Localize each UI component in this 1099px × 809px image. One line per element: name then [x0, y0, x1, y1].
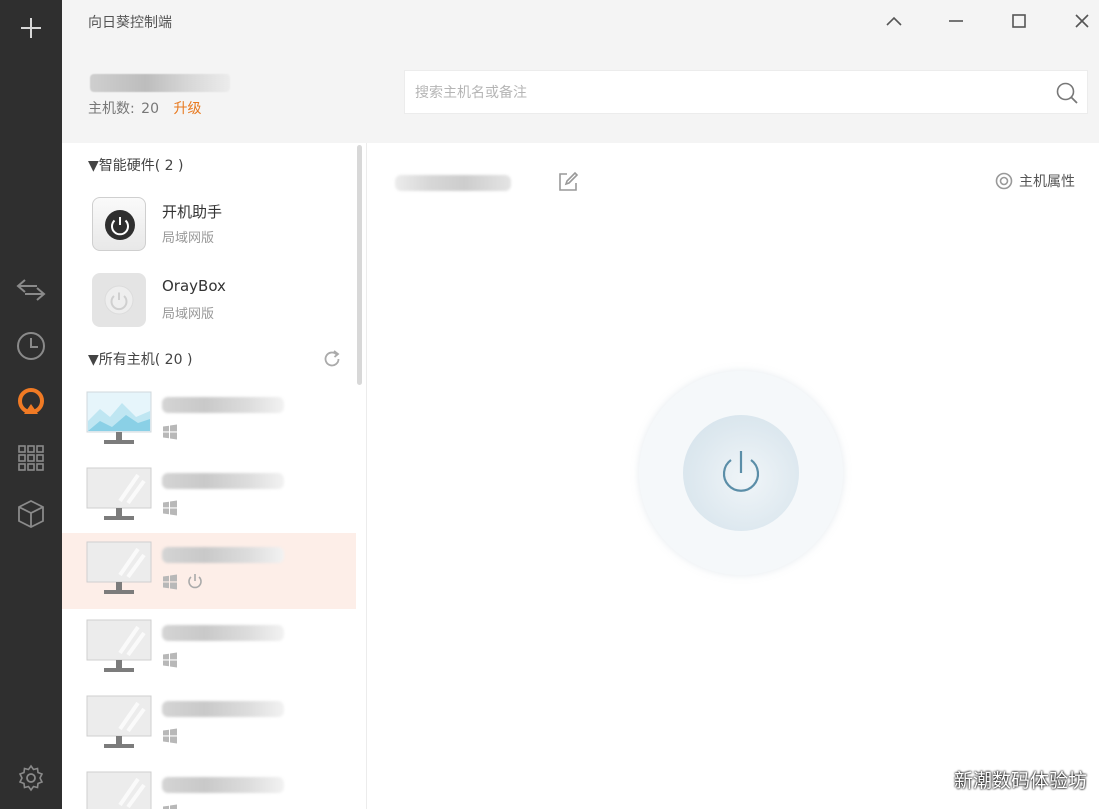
account-name-redacted	[90, 74, 230, 92]
power-icon[interactable]	[186, 572, 204, 590]
monitor-offline-icon	[86, 771, 152, 809]
oraybox-device-icon	[92, 273, 146, 327]
host-detail-panel: 主机属性	[367, 143, 1099, 809]
windows-icon	[163, 728, 177, 744]
power-icon	[722, 451, 760, 492]
monitor-offline-icon	[86, 695, 152, 748]
minimize-icon	[949, 20, 963, 22]
minimize-button[interactable]	[942, 8, 970, 34]
nav-hardware[interactable]	[0, 492, 62, 536]
power-button-icon	[105, 210, 135, 240]
maximize-button[interactable]	[1005, 8, 1033, 34]
side-rail	[0, 0, 62, 809]
host-name-redacted	[162, 625, 284, 641]
host-properties-label: 主机属性	[1019, 174, 1075, 190]
monitor-offline-icon	[86, 541, 152, 594]
list-scrollbar[interactable]	[357, 145, 362, 385]
collapse-button[interactable]	[880, 8, 908, 34]
plus-icon	[21, 18, 41, 38]
close-icon	[1075, 14, 1089, 28]
close-button[interactable]	[1068, 8, 1096, 34]
settings-button[interactable]	[0, 756, 62, 800]
nav-remote-control[interactable]	[0, 268, 62, 312]
refresh-icon[interactable]	[322, 349, 342, 369]
clock-icon	[17, 332, 45, 360]
edit-icon[interactable]	[557, 171, 579, 193]
group-all-hosts[interactable]: ▼所有主机( 20 )	[88, 349, 192, 369]
host-name-redacted	[162, 777, 284, 793]
nav-apps[interactable]	[0, 436, 62, 480]
host-item[interactable]	[62, 383, 356, 459]
windows-icon	[163, 574, 177, 590]
host-count: 主机数: 20 升级	[88, 98, 201, 118]
hardware-subtitle: 局域网版	[162, 231, 215, 246]
chevron-up-icon	[886, 16, 902, 26]
grid-icon	[18, 445, 44, 471]
host-name-redacted	[162, 701, 284, 717]
hardware-item-oraybox[interactable]: OrayBox 局域网版	[62, 267, 362, 337]
monitor-offline-icon	[86, 619, 152, 672]
sunlogin-logo-icon	[18, 388, 44, 414]
cube-icon	[18, 499, 44, 529]
host-count-value: 20	[141, 101, 159, 117]
remote-power-button[interactable]	[639, 371, 843, 575]
host-item[interactable]	[62, 687, 356, 763]
host-item[interactable]	[62, 763, 356, 809]
upgrade-link[interactable]: 升级	[173, 101, 201, 117]
power-button-face	[683, 415, 799, 531]
host-name-redacted	[162, 473, 284, 489]
settings-ring-icon	[995, 172, 1013, 190]
app-title: 向日葵控制端	[88, 15, 172, 31]
power-button-icon	[104, 285, 134, 315]
host-name-redacted	[395, 175, 511, 191]
swap-arrows-icon	[16, 279, 46, 301]
hardware-name: 开机助手	[162, 203, 223, 221]
gear-icon	[18, 764, 44, 792]
nav-hosts[interactable]	[0, 380, 62, 424]
host-name-redacted	[162, 547, 284, 563]
search-icon[interactable]	[1055, 81, 1079, 105]
hardware-subtitle: 局域网版	[162, 307, 215, 322]
hardware-item-power-assistant[interactable]: 开机助手 局域网版	[62, 191, 362, 261]
search-input[interactable]	[415, 81, 1035, 105]
monitor-online-icon	[86, 391, 152, 444]
host-item[interactable]	[62, 459, 356, 535]
host-item[interactable]	[62, 611, 356, 687]
host-name-redacted	[162, 397, 284, 413]
power-assistant-device-icon	[92, 197, 146, 251]
windows-icon	[163, 500, 177, 516]
account-header: 主机数: 20 升级	[62, 42, 1099, 143]
add-button[interactable]	[0, 6, 62, 50]
title-bar: 向日葵控制端	[62, 0, 1099, 42]
group-smart-hardware[interactable]: ▼智能硬件( 2 )	[88, 155, 184, 175]
nav-history[interactable]	[0, 324, 62, 368]
host-item-selected[interactable]	[62, 533, 356, 609]
host-count-label: 主机数:	[88, 101, 135, 117]
windows-icon	[163, 804, 177, 809]
search-box	[404, 70, 1088, 114]
windows-icon	[163, 424, 177, 440]
watermark: 新潮数码体验坊	[953, 770, 1087, 792]
host-properties-button[interactable]: 主机属性	[995, 171, 1075, 191]
maximize-icon	[1012, 14, 1026, 28]
host-list-panel: ▼智能硬件( 2 ) 开机助手 局域网版 OrayBox 局域网版 ▼所有主机(…	[62, 143, 366, 809]
hardware-name: OrayBox	[162, 277, 226, 295]
monitor-offline-icon	[86, 467, 152, 520]
windows-icon	[163, 652, 177, 668]
